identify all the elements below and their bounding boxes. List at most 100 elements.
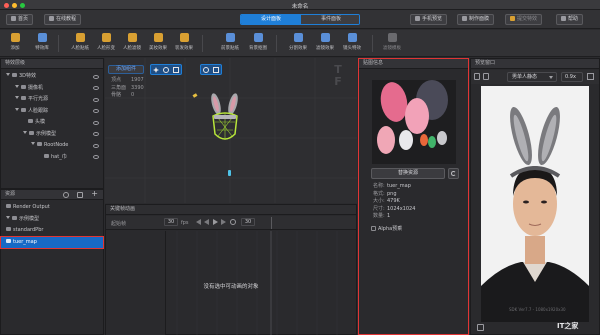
eye-icon[interactable] — [93, 74, 99, 79]
fps-input[interactable]: 30 — [241, 218, 255, 226]
screenshot-icon[interactable] — [477, 324, 484, 331]
eye-icon[interactable] — [93, 155, 99, 159]
foreground-sticker-tool[interactable]: 前景贴纸 — [218, 33, 242, 51]
submit-effect-button[interactable]: 提交特效 — [505, 14, 543, 25]
zoom-select[interactable]: 0.9x — [561, 72, 583, 82]
make-mask-button[interactable]: 制作面膜 — [457, 14, 495, 25]
preview-header: 预览窗口 — [471, 59, 599, 69]
add-tool[interactable]: 添加 — [3, 33, 27, 51]
global-space-icon[interactable] — [213, 67, 219, 73]
tree-item-head-model[interactable]: 头模 — [1, 117, 103, 129]
face-deform-tool[interactable]: 人脸形变 — [94, 33, 118, 51]
alpha-premultiply-option[interactable]: Alpha预乘 — [371, 225, 402, 232]
refresh-button[interactable] — [448, 168, 459, 179]
eye-icon[interactable] — [93, 120, 99, 125]
texture-info-panel: 贴图信息 替换资源 名称: tuer_map 格式: png 大小: 479K 尺寸:… — [358, 58, 469, 335]
scale-icon[interactable] — [173, 67, 179, 73]
transform-tools — [150, 64, 182, 75]
toolbar: 添加 特效库 人脸贴纸 人脸形变 人脸滤镜 美妆效果 装发效果 前景贴纸 背景抠… — [0, 30, 600, 57]
tree-item-sample-model[interactable]: 示例模型 — [1, 129, 103, 141]
tree-item-rootnode[interactable]: RootNode — [1, 140, 103, 152]
add-icon — [10, 33, 20, 42]
lens-effect-tool[interactable]: 镜头特效 — [340, 33, 364, 51]
face-filter-tool[interactable]: 人脸滤镜 — [120, 33, 144, 51]
sdk-version-label: SDK Ver7.7 - 1080x1920x30 — [509, 307, 566, 312]
alpha-checkbox[interactable] — [371, 226, 376, 231]
matting-icon — [253, 33, 263, 42]
replace-resource-button[interactable]: 替换资源 — [371, 168, 445, 179]
background-matting-tool[interactable]: 背景抠图 — [246, 33, 270, 51]
view-gizmo[interactable]: TF — [327, 64, 349, 90]
prev-frame-icon[interactable] — [196, 219, 201, 225]
add-icon[interactable]: + — [91, 189, 98, 198]
play-icon[interactable] — [213, 219, 218, 225]
rewind-icon[interactable] — [204, 219, 209, 225]
tree-item-camera[interactable]: 摄像机 — [1, 83, 103, 95]
move-icon[interactable] — [153, 67, 159, 73]
segment-icon — [293, 33, 303, 42]
tree-item-hat[interactable]: hat_巾 — [1, 152, 103, 164]
model-icon — [12, 215, 17, 220]
home-button[interactable]: 首页 — [6, 14, 34, 25]
add-component-button[interactable]: 添加组件 — [108, 65, 144, 74]
segmentation-tool[interactable]: 分割效果 — [286, 33, 310, 51]
camera-switch-icon[interactable] — [483, 73, 489, 80]
tutorial-button[interactable]: 在线教程 — [44, 14, 82, 25]
eye-icon[interactable] — [93, 97, 99, 102]
phone-icon — [415, 16, 420, 21]
filter-effect-tool[interactable]: 滤镜效果 — [313, 33, 337, 51]
tab-event-panel[interactable]: 事件面板 — [301, 15, 359, 24]
tab-design-panel[interactable]: 设计面板 — [241, 15, 301, 24]
tree-item-3d-effect[interactable]: 3D特效 — [1, 71, 103, 83]
mesh-icon — [44, 153, 49, 158]
expand-arrow-icon — [15, 96, 19, 99]
toolbar-divider — [276, 35, 277, 52]
hair-tool[interactable]: 装发效果 — [172, 33, 196, 51]
info-size: 大小: 479K — [373, 198, 400, 204]
keyframe-header: 关键帧动画 — [106, 205, 356, 215]
expand-arrow-icon — [6, 215, 10, 219]
stat-bones: 骨骼 0 — [111, 92, 135, 98]
keyframe-controls: 起始帧 30 fps 30 — [106, 216, 356, 230]
bunny-head-model[interactable] — [205, 92, 245, 148]
stat-vertices: 顶点 1907 — [111, 77, 144, 83]
help-icon[interactable] — [63, 192, 69, 198]
filter-icon — [320, 33, 330, 42]
playhead-marker[interactable] — [271, 217, 272, 229]
start-frame-label: 起始帧 — [111, 220, 127, 227]
lens-icon — [347, 33, 357, 42]
eye-icon[interactable] — [93, 109, 99, 113]
loop-icon[interactable] — [230, 219, 236, 225]
effect-library-tool[interactable]: 特效库 — [30, 33, 54, 51]
preview-image — [481, 86, 589, 322]
resource-item-standardpbr[interactable]: standardPbr — [1, 225, 103, 237]
tree-item-face-tracking[interactable]: 人脸跟踪 — [1, 106, 103, 118]
local-space-icon[interactable] — [203, 67, 209, 73]
fullscreen-icon[interactable] — [587, 73, 594, 80]
front-view-icon: F — [334, 75, 342, 88]
scene-viewport[interactable]: 添加组件 顶点 1907 三角面 3390 骨骼 0 TF — [105, 58, 357, 203]
face-sticker-tool[interactable]: 人脸贴纸 — [68, 33, 92, 51]
eye-icon[interactable] — [93, 132, 99, 136]
eye-icon[interactable] — [93, 143, 99, 148]
help-button[interactable]: 帮助 — [556, 14, 584, 25]
fast-forward-icon[interactable] — [221, 219, 226, 225]
model-select[interactable]: 男单人静态 — [507, 72, 557, 82]
resource-item-sample-model[interactable]: 示例模型 — [1, 214, 103, 226]
stat-triangles: 三角面 3390 — [111, 84, 144, 91]
info-dimensions: 尺寸: 1024x1024 — [373, 205, 416, 212]
resources-header: 资源 + — [1, 189, 103, 200]
space-tools — [200, 64, 222, 75]
rotate-icon[interactable] — [163, 67, 169, 73]
filter-template-tool[interactable]: 滤镜模板 — [380, 33, 404, 51]
resource-item-render-output[interactable]: Render Output — [1, 202, 103, 214]
resource-item-tuer-map[interactable]: tuer_map — [0, 235, 104, 249]
makeup-tool[interactable]: 美妆效果 — [146, 33, 170, 51]
tree-item-light[interactable]: 平行光源 — [1, 94, 103, 106]
phone-preview-button[interactable]: 手机预览 — [410, 14, 448, 25]
camera-gizmo[interactable] — [228, 170, 231, 176]
frame-input[interactable]: 30 — [164, 218, 178, 226]
import-icon[interactable] — [77, 192, 83, 198]
record-icon[interactable] — [474, 73, 480, 80]
eye-icon[interactable] — [93, 86, 99, 90]
